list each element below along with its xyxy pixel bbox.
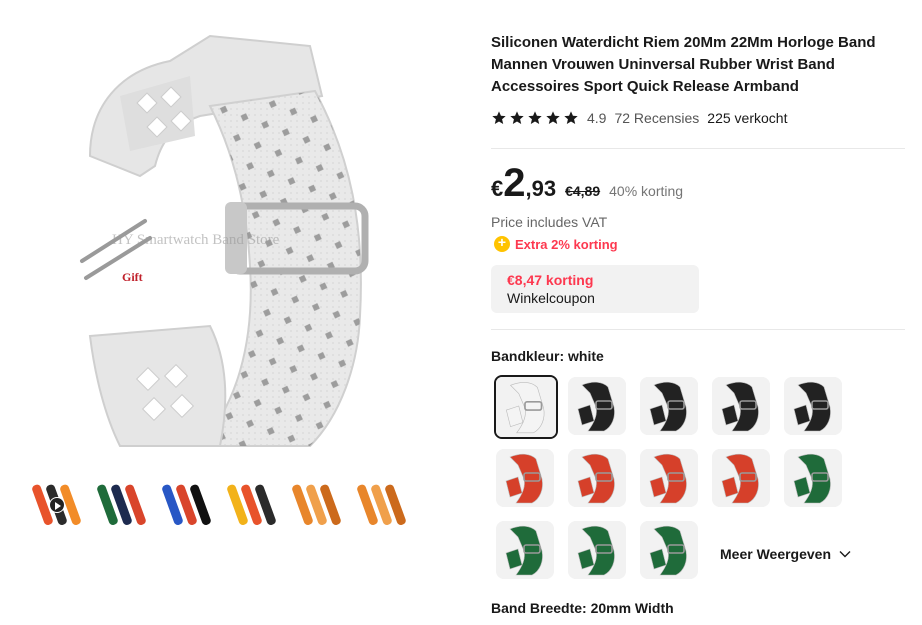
price-currency: € <box>491 176 504 201</box>
reviews-link[interactable]: 72 Recensies <box>614 110 699 126</box>
rating-row[interactable]: 4.9 72 Recensies 225 verkocht <box>491 110 787 126</box>
color-swatch-11[interactable] <box>496 521 554 579</box>
thumbnail-1[interactable] <box>32 480 82 530</box>
width-label: Band Breedte: 20mm Width <box>491 600 674 616</box>
color-swatch-9[interactable] <box>712 449 770 507</box>
price-integer: 2 <box>503 161 526 205</box>
play-icon <box>49 497 65 513</box>
product-title: Siliconen Waterdicht Riem 20Mm 22Mm Horl… <box>491 34 876 95</box>
thumbnail-6[interactable] <box>357 480 407 530</box>
thumbnail-strip <box>32 480 407 530</box>
coupon-amount: €8,47 korting <box>507 272 594 288</box>
star-icon <box>528 111 542 124</box>
color-swatch-7[interactable] <box>568 449 626 507</box>
color-swatch-2[interactable] <box>568 377 626 435</box>
star-icon <box>564 111 578 124</box>
coupon-label: Winkelcoupon <box>507 290 595 306</box>
color-swatch-8[interactable] <box>640 449 698 507</box>
gift-label: Gift <box>122 270 143 284</box>
color-swatch-6[interactable] <box>496 449 554 507</box>
thumbnail-5[interactable] <box>292 480 342 530</box>
star-icon <box>492 111 506 124</box>
show-more-label: Meer Weergeven <box>720 546 832 562</box>
divider <box>491 329 905 330</box>
color-swatch-12[interactable] <box>568 521 626 579</box>
rating-score: 4.9 <box>587 110 607 126</box>
sold-count: 225 verkocht <box>707 110 788 126</box>
extra-discount: Extra 2% korting <box>494 234 618 252</box>
vat-note: Price includes VAT <box>491 214 608 230</box>
star-icon <box>546 111 560 124</box>
thumbnail-3[interactable] <box>162 480 212 530</box>
price-row: € 2 ,93 €4,89 40% korting <box>491 160 683 206</box>
color-swatch-1[interactable] <box>494 375 558 439</box>
product-gallery: Gift HY Smartwatch Band Store <box>0 0 470 625</box>
color-swatch-5[interactable] <box>784 377 842 435</box>
store-coupon[interactable]: €8,47 korting Winkelcoupon <box>491 265 699 313</box>
rating-stars <box>491 110 579 126</box>
thumbnail-2[interactable] <box>97 480 147 530</box>
thumbnail-4[interactable] <box>227 480 277 530</box>
main-product-image[interactable]: Gift HY Smartwatch Band Store <box>60 16 420 456</box>
star-icon <box>510 111 524 124</box>
color-swatch-13[interactable] <box>640 521 698 579</box>
discount-percent: 40% korting <box>609 183 684 199</box>
divider <box>491 148 905 149</box>
show-more-button[interactable]: Meer Weergeven <box>720 546 851 562</box>
original-price: €4,89 <box>565 183 601 199</box>
coin-plus-icon <box>494 234 510 252</box>
extra-discount-label: Extra 2% korting <box>515 236 618 252</box>
color-label: Bandkleur: white <box>491 348 604 364</box>
color-swatch-3[interactable] <box>640 377 698 435</box>
color-swatch-4[interactable] <box>712 377 770 435</box>
chevron-down-icon <box>839 551 851 558</box>
color-swatch-10[interactable] <box>784 449 842 507</box>
store-watermark: HY Smartwatch Band Store <box>112 232 280 248</box>
price-decimal: ,93 <box>525 176 557 201</box>
